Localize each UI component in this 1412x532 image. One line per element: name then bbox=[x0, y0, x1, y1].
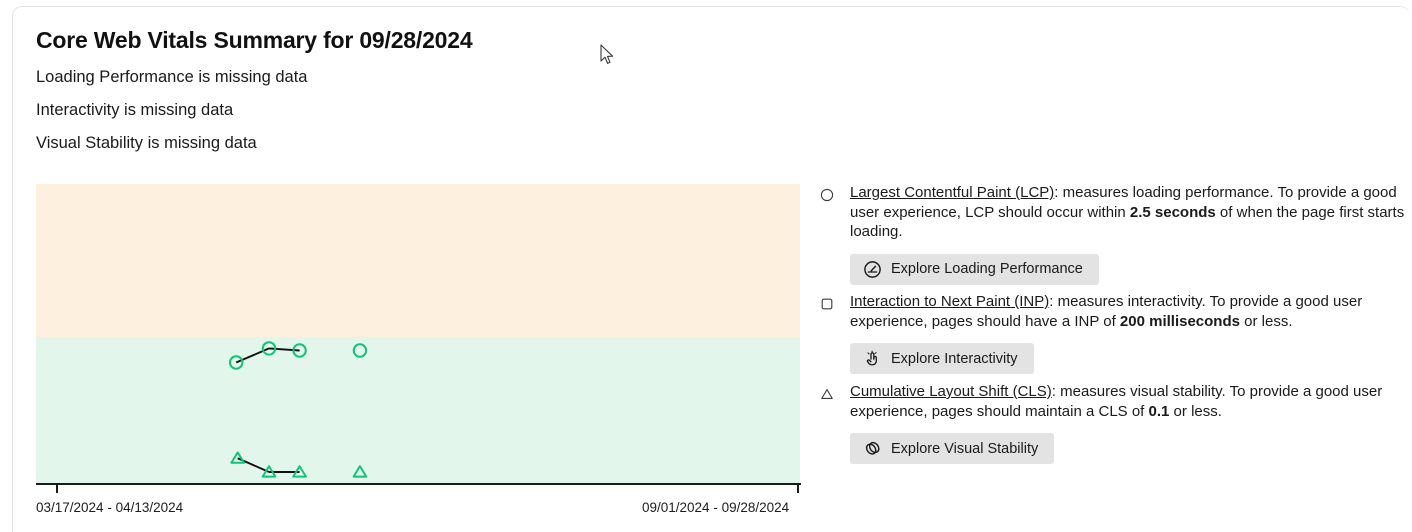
chart-band-poor bbox=[36, 184, 800, 337]
chart-x-axis bbox=[36, 483, 801, 485]
square-marker-icon bbox=[821, 298, 833, 310]
metric-name-inp: Interaction to Next Paint (INP) bbox=[850, 293, 1050, 310]
metric-desc-after-cls: or less. bbox=[1169, 402, 1222, 420]
tap-hand-icon bbox=[866, 350, 877, 366]
status-loading-performance: Loading Performance is missing data bbox=[36, 68, 308, 86]
metric-name-cls: Cumulative Layout Shift (CLS) bbox=[850, 383, 1052, 400]
speedometer-icon bbox=[864, 260, 881, 278]
metric-emphasis-cls: 0.1 bbox=[1148, 402, 1170, 420]
metric-row-lcp: Largest Contentful Paint (LCP): measures… bbox=[818, 183, 1408, 242]
x-axis-tick-end bbox=[797, 485, 799, 493]
metric-desc-after-inp: or less. bbox=[1239, 312, 1293, 330]
metric-block-cls: Cumulative Layout Shift (CLS): measures … bbox=[818, 382, 1408, 465]
metric-row-inp: Interaction to Next Paint (INP): measure… bbox=[818, 292, 1408, 331]
circle-marker-icon bbox=[820, 188, 834, 202]
overlapping-rings-icon bbox=[865, 442, 880, 455]
metric-description-lcp: Largest Contentful Paint (LCP): measures… bbox=[850, 183, 1408, 242]
explore-loading-performance-button[interactable]: Explore Loading Performance bbox=[850, 253, 1099, 285]
metric-name-lcp: Largest Contentful Paint (LCP) bbox=[850, 184, 1055, 201]
mouse-cursor bbox=[600, 44, 614, 64]
metric-block-lcp: Largest Contentful Paint (LCP): measures… bbox=[818, 183, 1408, 285]
x-axis-label-start: 03/17/2024 - 04/13/2024 bbox=[36, 500, 184, 515]
core-web-vitals-summary-page: Core Web Vitals Summary for 09/28/2024 L… bbox=[0, 0, 1412, 532]
chart-band-good bbox=[36, 337, 800, 484]
triangle-marker-icon bbox=[821, 389, 833, 399]
explore-visual-stability-label: Explore Visual Stability bbox=[891, 440, 1039, 457]
metric-description-inp: Interaction to Next Paint (INP): measure… bbox=[850, 292, 1408, 331]
status-visual-stability: Visual Stability is missing data bbox=[36, 134, 257, 152]
metric-row-cls: Cumulative Layout Shift (CLS): measures … bbox=[818, 382, 1408, 421]
metric-block-inp: Interaction to Next Paint (INP): measure… bbox=[818, 292, 1408, 375]
page-title: Core Web Vitals Summary for 09/28/2024 bbox=[36, 27, 473, 53]
explore-interactivity-button[interactable]: Explore Interactivity bbox=[850, 343, 1034, 375]
metric-emphasis-lcp: 2.5 seconds bbox=[1129, 203, 1216, 221]
core-web-vitals-chart bbox=[36, 184, 800, 484]
explore-visual-stability-button[interactable]: Explore Visual Stability bbox=[850, 433, 1055, 465]
x-axis-tick-start bbox=[56, 485, 58, 493]
explore-loading-performance-label: Explore Loading Performance bbox=[891, 261, 1083, 278]
metric-emphasis-inp: 200 milliseconds bbox=[1119, 312, 1240, 330]
metric-description-cls: Cumulative Layout Shift (CLS): measures … bbox=[850, 382, 1408, 421]
explore-interactivity-label: Explore Interactivity bbox=[891, 350, 1018, 367]
x-axis-label-end: 09/01/2024 - 09/28/2024 bbox=[642, 500, 790, 515]
status-interactivity: Interactivity is missing data bbox=[36, 101, 234, 119]
